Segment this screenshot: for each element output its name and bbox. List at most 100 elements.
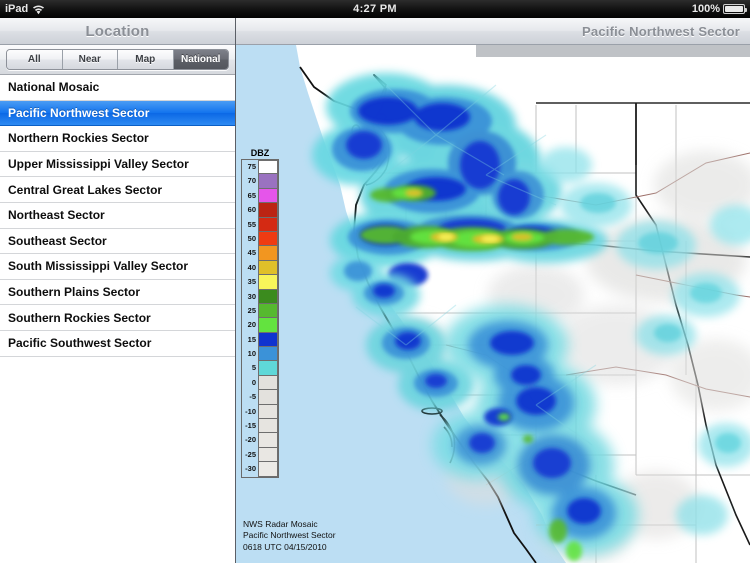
dbz-legend-swatch bbox=[258, 361, 278, 376]
dbz-legend-swatch bbox=[258, 231, 278, 247]
dbz-legend-value: 15 bbox=[247, 334, 256, 344]
caption-line-timestamp: 0618 UTC 04/15/2010 bbox=[243, 541, 327, 552]
battery-full-icon bbox=[723, 4, 747, 14]
dbz-legend-value: 10 bbox=[247, 349, 256, 359]
dbz-legend-row: 75 bbox=[242, 160, 278, 175]
location-navigation-bar: Location bbox=[0, 18, 235, 45]
dbz-legend-row: -25 bbox=[242, 447, 278, 463]
dbz-legend-swatch bbox=[258, 332, 278, 348]
location-title: Location bbox=[85, 22, 150, 40]
dbz-legend-value: -25 bbox=[245, 449, 256, 459]
list-item-upper-mississippi-valley-sector[interactable]: Upper Mississippi Valley Sector bbox=[0, 152, 235, 178]
dbz-legend-swatch bbox=[258, 174, 278, 189]
list-empty-area bbox=[0, 356, 235, 563]
dbz-legend-swatch bbox=[258, 160, 278, 175]
list-item-southern-rockies-sector[interactable]: Southern Rockies Sector bbox=[0, 305, 235, 331]
dbz-legend-scale: 75 70 65 60 55 50 45 40 35 30 25 20 15 10 5 0 -5 -10 -15 -2… bbox=[241, 159, 279, 478]
map-caption: NWS Radar Mosaic Pacific Northwest Secto… bbox=[243, 519, 336, 554]
split-view: Location All Near Map National National … bbox=[0, 18, 750, 563]
dbz-legend-row: 20 bbox=[242, 318, 278, 333]
dbz-legend-value: 70 bbox=[247, 176, 256, 186]
dbz-legend-value: -10 bbox=[245, 406, 256, 416]
status-bar-clock: 4:27 PM bbox=[353, 3, 397, 15]
dbz-legend-row: -30 bbox=[242, 462, 278, 477]
dbz-legend-value: -15 bbox=[245, 421, 256, 431]
dbz-legend-value: 40 bbox=[247, 262, 256, 272]
dbz-legend-swatch bbox=[258, 318, 278, 333]
list-item-pacific-northwest-sector[interactable]: Pacific Northwest Sector bbox=[0, 100, 235, 127]
dbz-legend-title: DBZ bbox=[250, 148, 270, 158]
dbz-legend-swatch bbox=[258, 419, 278, 434]
dbz-legend-swatch bbox=[258, 188, 278, 204]
dbz-legend-swatch bbox=[258, 404, 278, 420]
segment-national[interactable]: National bbox=[173, 50, 228, 69]
list-item-southern-plains-sector[interactable]: Southern Plains Sector bbox=[0, 280, 235, 306]
filter-toolbar: All Near Map National bbox=[0, 45, 235, 75]
dbz-legend-row: 45 bbox=[242, 246, 278, 261]
dbz-legend-swatch bbox=[258, 375, 278, 391]
dbz-legend-row: 25 bbox=[242, 303, 278, 319]
segment-near[interactable]: Near bbox=[62, 50, 118, 69]
dbz-legend-row: 55 bbox=[242, 217, 278, 232]
dbz-legend-row: -15 bbox=[242, 419, 278, 434]
list-item-central-great-lakes-sector[interactable]: Central Great Lakes Sector bbox=[0, 177, 235, 203]
dbz-legend: DBZ 75 70 65 60 55 50 45 40 35 30 25 20 15 10 5 0 -5 -10-… bbox=[241, 148, 279, 478]
list-item-northern-rockies-sector[interactable]: Northern Rockies Sector bbox=[0, 126, 235, 152]
dbz-legend-swatch bbox=[258, 289, 278, 304]
list-item-southeast-sector[interactable]: Southeast Sector bbox=[0, 229, 235, 255]
caption-line-sector: Pacific Northwest Sector bbox=[243, 530, 336, 540]
dbz-legend-value: 0 bbox=[251, 377, 256, 387]
dbz-legend-row: 35 bbox=[242, 275, 278, 290]
dbz-legend-swatch bbox=[258, 390, 278, 405]
dbz-legend-row: -20 bbox=[242, 433, 278, 448]
segmented-control[interactable]: All Near Map National bbox=[6, 49, 229, 70]
list-item-northeast-sector[interactable]: Northeast Sector bbox=[0, 203, 235, 229]
dbz-legend-value: 20 bbox=[247, 320, 256, 330]
dbz-legend-value: 35 bbox=[247, 277, 256, 287]
radar-map-image[interactable] bbox=[236, 45, 750, 563]
list-item-pacific-southwest-sector[interactable]: Pacific Southwest Sector bbox=[0, 331, 235, 357]
location-pane: Location All Near Map National National … bbox=[0, 18, 236, 563]
dbz-legend-swatch bbox=[258, 275, 278, 290]
wifi-icon bbox=[32, 5, 45, 15]
dbz-legend-swatch bbox=[258, 462, 278, 477]
caption-line-product: NWS Radar Mosaic bbox=[243, 518, 318, 529]
status-bar-right: 100% bbox=[550, 3, 750, 15]
list-item-south-mississippi-valley-sector[interactable]: South Mississippi Valley Sector bbox=[0, 254, 235, 280]
dbz-legend-value: -30 bbox=[245, 464, 256, 474]
list-item-national-mosaic[interactable]: National Mosaic bbox=[0, 75, 235, 101]
dbz-legend-row: 30 bbox=[242, 289, 278, 304]
dbz-legend-value: 30 bbox=[247, 291, 256, 301]
dbz-legend-row: -10 bbox=[242, 404, 278, 420]
dbz-legend-value: 55 bbox=[247, 219, 256, 229]
dbz-legend-row: 40 bbox=[242, 260, 278, 276]
dbz-legend-value: 65 bbox=[247, 190, 256, 200]
carrier-label: iPad bbox=[5, 3, 29, 15]
dbz-legend-swatch bbox=[258, 217, 278, 232]
radar-navigation-bar: Pacific Northwest Sector bbox=[236, 18, 750, 45]
dbz-legend-row: 70 bbox=[242, 174, 278, 189]
dbz-legend-value: -20 bbox=[245, 435, 256, 445]
dbz-legend-swatch bbox=[258, 447, 278, 463]
dbz-legend-value: 25 bbox=[247, 305, 256, 315]
dbz-legend-value: 50 bbox=[247, 233, 256, 243]
dbz-legend-row: -5 bbox=[242, 390, 278, 405]
segment-all[interactable]: All bbox=[7, 50, 63, 69]
dbz-legend-swatch bbox=[258, 260, 278, 276]
dbz-legend-value: 5 bbox=[251, 363, 256, 373]
sector-list[interactable]: National Mosaic Pacific Northwest Sector… bbox=[0, 75, 235, 563]
radar-title: Pacific Northwest Sector bbox=[582, 23, 740, 39]
dbz-legend-value: 60 bbox=[247, 205, 256, 215]
radar-map-container[interactable]: DBZ 75 70 65 60 55 50 45 40 35 30 25 20 15 10 5 0 -5 -10-… bbox=[236, 45, 750, 563]
dbz-legend-row: 60 bbox=[242, 203, 278, 218]
radar-pane: Pacific Northwest Sector DBZ 75 70 65 60… bbox=[236, 18, 750, 563]
dbz-legend-row: 5 bbox=[242, 361, 278, 376]
dbz-legend-row: 65 bbox=[242, 188, 278, 204]
dbz-legend-swatch bbox=[258, 246, 278, 261]
dbz-legend-value: -5 bbox=[249, 392, 256, 402]
battery-percent-label: 100% bbox=[691, 3, 720, 15]
dbz-legend-row: 0 bbox=[242, 375, 278, 391]
segment-map[interactable]: Map bbox=[118, 50, 174, 69]
status-bar: iPad 4:27 PM 100% bbox=[0, 0, 750, 18]
dbz-legend-row: 50 bbox=[242, 231, 278, 247]
